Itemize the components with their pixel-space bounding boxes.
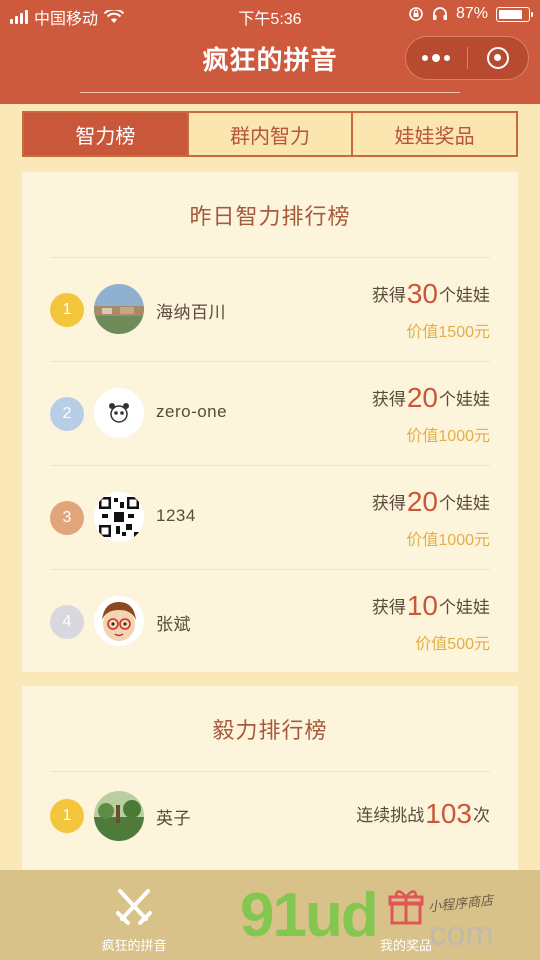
gain-number: 20 xyxy=(406,486,438,517)
gain-prefix: 获得 xyxy=(371,286,406,305)
player-name: zero-one xyxy=(156,402,228,421)
battery-icon xyxy=(496,6,533,22)
more-button[interactable] xyxy=(406,37,467,79)
ranking-row[interactable]: 3 1234 获得20个娃娃 价值1000元 xyxy=(50,466,490,570)
perseverance-ranking-title: 毅力排行榜 xyxy=(50,686,490,772)
intelligence-ranking-card: 昨日智力排行榜 1 海纳百川 获得30个娃娃 价值1500元 2 zero-on… xyxy=(22,172,518,672)
player-name: 英子 xyxy=(156,809,191,828)
tab-intelligence[interactable]: 智力榜 xyxy=(24,113,187,155)
player-name: 张斌 xyxy=(156,615,191,634)
doll-count: 获得20个娃娃 xyxy=(372,486,490,518)
tab-group-intelligence[interactable]: 群内智力 xyxy=(186,113,352,155)
cartoon-boy-avatar-icon xyxy=(94,596,144,646)
prize-value: 价值500元 xyxy=(415,636,490,653)
doll-count: 获得30个娃娃 xyxy=(372,278,490,310)
close-program-button[interactable] xyxy=(468,37,529,79)
ranking-row[interactable]: 4 张斌 获得10个娃娃 价值500元 xyxy=(50,570,490,674)
rank-badge: 1 xyxy=(50,799,84,833)
watermark-domain: .com xyxy=(420,915,494,953)
challenge-streak: 连续挑战103次 xyxy=(356,798,490,830)
doll-count: 获得10个娃娃 xyxy=(372,590,490,622)
rank-badge: 1 xyxy=(50,293,84,327)
more-dots-icon xyxy=(422,53,451,62)
bottom-tab-label: 疯狂的拼音 xyxy=(101,938,167,953)
tab-doll-prizes[interactable]: 娃娃奖品 xyxy=(351,113,517,155)
player-name: 海纳百川 xyxy=(156,303,226,322)
perseverance-ranking-card: 毅力排行榜 1 英子 连续挑战103次 xyxy=(22,686,518,886)
prize-value: 价值1000元 xyxy=(406,428,490,445)
ranking-row[interactable]: 1 英子 连续挑战103次 xyxy=(50,772,490,860)
panda-avatar-icon xyxy=(94,388,144,438)
gain-number: 20 xyxy=(406,382,438,413)
intelligence-ranking-title: 昨日智力排行榜 xyxy=(50,172,490,258)
avatar xyxy=(94,791,144,841)
gain-number: 10 xyxy=(406,590,438,621)
ranking-row[interactable]: 1 海纳百川 获得30个娃娃 价值1500元 xyxy=(50,258,490,362)
orientation-lock-icon xyxy=(409,7,423,21)
top-header: 中国移动 下午5:36 87% 疯狂的拼音 xyxy=(0,0,540,104)
crossed-swords-icon xyxy=(116,889,152,925)
doll-count: 获得20个娃娃 xyxy=(372,382,490,414)
prize-value: 价值1500元 xyxy=(406,324,490,341)
prize-value: 价值1000元 xyxy=(406,532,490,549)
streak-suffix: 次 xyxy=(473,806,490,825)
gain-prefix: 获得 xyxy=(371,494,406,513)
qr-code-avatar-icon xyxy=(94,492,144,542)
title-divider xyxy=(80,92,460,93)
avatar xyxy=(94,596,144,646)
mini-program-capsule xyxy=(405,36,529,80)
gain-suffix: 个娃娃 xyxy=(439,390,490,409)
bottom-tab-game[interactable]: 疯狂的拼音 xyxy=(64,870,204,960)
gain-suffix: 个娃娃 xyxy=(439,494,490,513)
garden-avatar-icon xyxy=(94,791,144,841)
gain-suffix: 个娃娃 xyxy=(439,598,490,617)
player-name: 1234 xyxy=(156,506,196,525)
headphones-icon xyxy=(432,7,447,20)
status-bar: 中国移动 下午5:36 87% xyxy=(0,0,540,30)
rank-badge: 3 xyxy=(50,501,84,535)
gain-number: 30 xyxy=(406,278,438,309)
gain-suffix: 个娃娃 xyxy=(439,286,490,305)
battery-percent: 87% xyxy=(455,5,488,22)
rank-badge: 4 xyxy=(50,605,84,639)
landscape-avatar-icon xyxy=(94,284,144,334)
gain-prefix: 获得 xyxy=(371,598,406,617)
ranking-row[interactable]: 2 zero-one 获得20个娃娃 价值1000元 xyxy=(50,362,490,466)
target-icon xyxy=(486,47,509,69)
watermark-brand: 91ud xyxy=(240,881,379,950)
avatar xyxy=(94,492,144,542)
gain-prefix: 获得 xyxy=(371,390,406,409)
rank-badge: 2 xyxy=(50,397,84,431)
avatar xyxy=(94,388,144,438)
ranking-tabs: 智力榜 群内智力 娃娃奖品 xyxy=(22,111,518,157)
streak-number: 103 xyxy=(425,798,472,829)
avatar xyxy=(94,284,144,334)
streak-prefix: 连续挑战 xyxy=(356,806,425,825)
